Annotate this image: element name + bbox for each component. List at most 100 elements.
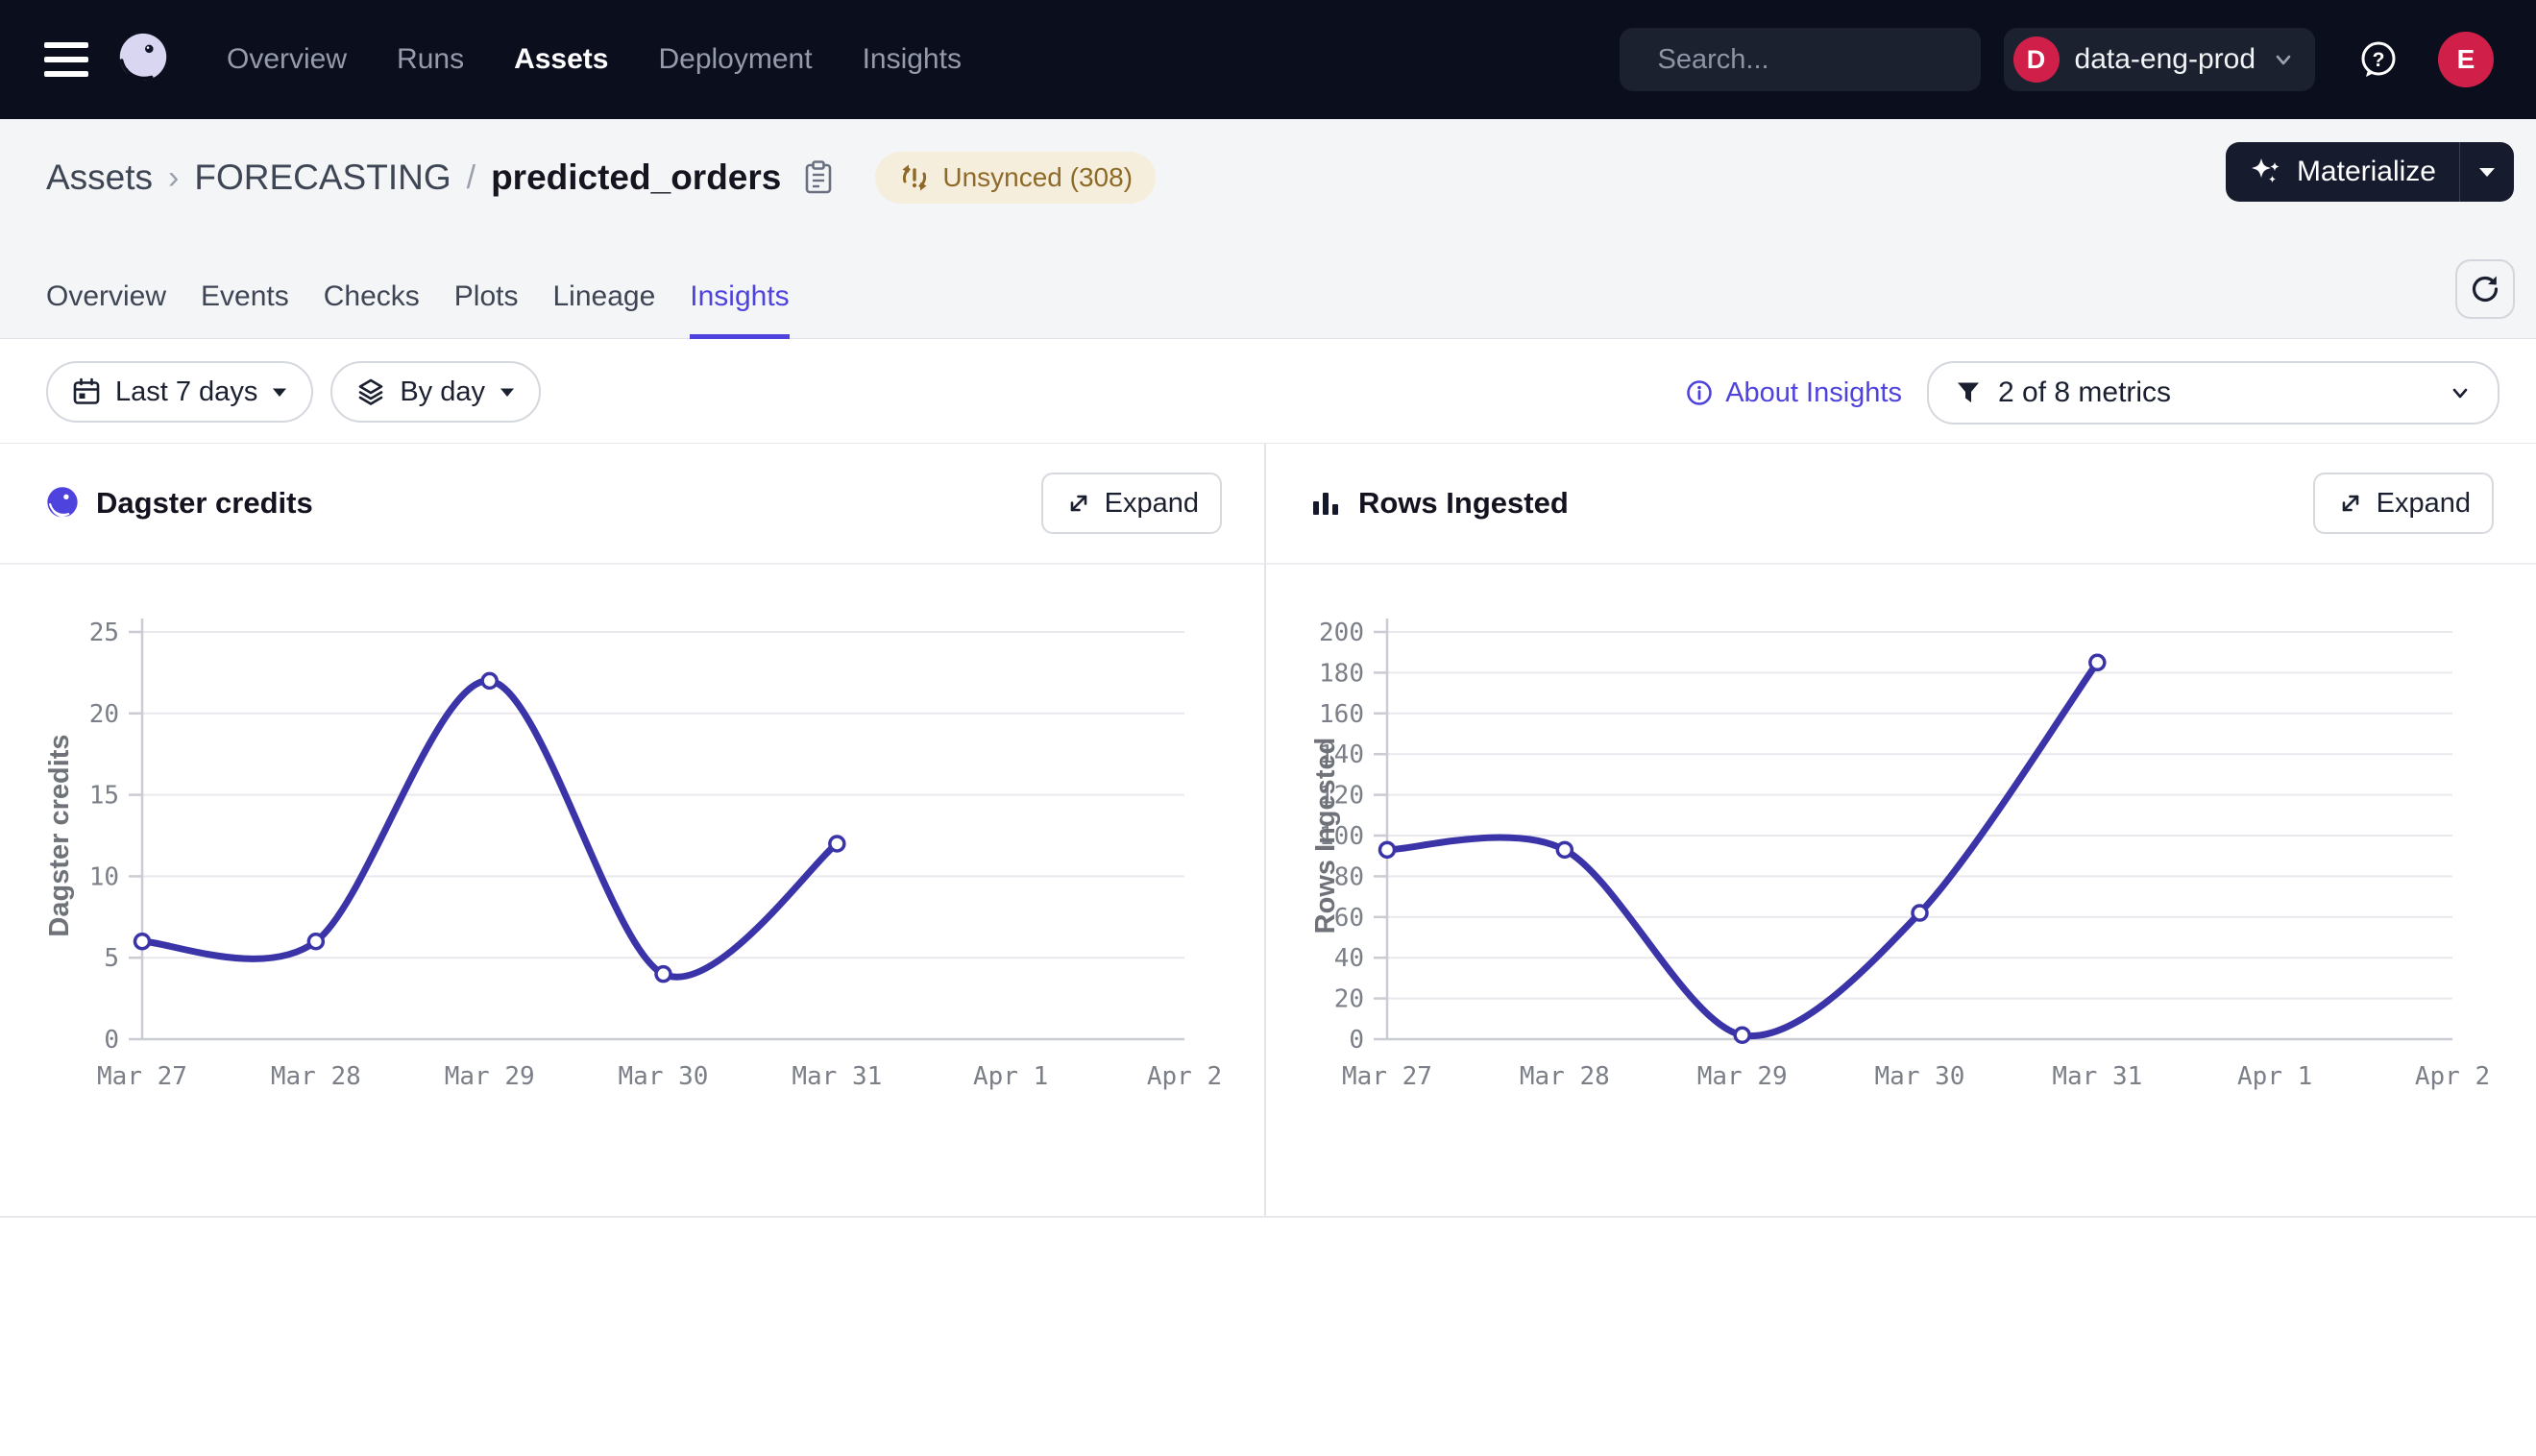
primary-nav: Overview Runs Assets Deployment Insights [227, 43, 962, 76]
svg-text:0: 0 [104, 1026, 119, 1055]
svg-text:Rows Ingested: Rows Ingested [1310, 738, 1341, 934]
hamburger-menu-icon[interactable] [44, 42, 88, 77]
nav-item-runs[interactable]: Runs [397, 43, 464, 76]
expand-button[interactable]: Expand [1041, 473, 1222, 534]
rows-ingested-line-chart[interactable]: 020406080100120140160180200Mar 27Mar 28M… [1266, 565, 2536, 1218]
svg-text:Mar 29: Mar 29 [1697, 1062, 1788, 1091]
svg-text:Mar 30: Mar 30 [619, 1062, 709, 1091]
metrics-filter-label: 2 of 8 metrics [1998, 376, 2171, 409]
materialize-options-button[interactable] [2460, 142, 2514, 202]
asset-name: predicted_orders [491, 158, 781, 198]
help-icon: ? [2355, 36, 2402, 83]
svg-text:Apr 2: Apr 2 [1147, 1062, 1222, 1091]
top-nav: Overview Runs Assets Deployment Insights… [0, 0, 2536, 119]
page-header: Assets › FORECASTING / predicted_orders [0, 119, 2536, 339]
insights-filter-bar: Last 7 days By day About Insights [0, 340, 2536, 444]
caret-down-icon [2476, 164, 2498, 180]
insights-charts-grid: Dagster credits Expand 0 5 10 15 20 25 Mar 27 M… [0, 444, 2536, 1218]
status-badge[interactable]: Unsynced (308) [875, 152, 1156, 204]
svg-text:Mar 28: Mar 28 [1520, 1062, 1610, 1091]
svg-text:20: 20 [89, 700, 119, 729]
copy-asset-name-button[interactable] [802, 159, 835, 196]
calendar-icon [71, 376, 102, 407]
expand-icon [2336, 489, 2365, 518]
search-input[interactable] [1658, 44, 2020, 76]
deployment-name: data-eng-prod [2075, 43, 2256, 76]
nav-item-insights[interactable]: Insights [863, 43, 962, 76]
tab-plots[interactable]: Plots [454, 280, 519, 339]
chevron-down-icon [2271, 47, 2296, 72]
help-button[interactable]: ? [2355, 36, 2402, 83]
nav-item-assets[interactable]: Assets [514, 43, 608, 76]
tab-events[interactable]: Events [201, 280, 289, 339]
nav-item-overview[interactable]: Overview [227, 43, 347, 76]
materialize-button[interactable]: Materialize [2226, 142, 2459, 202]
dagster-credits-icon [44, 485, 81, 522]
svg-text:Mar 31: Mar 31 [792, 1062, 882, 1091]
search-box[interactable]: / [1620, 28, 1981, 91]
status-badge-label: Unsynced (308) [942, 162, 1133, 193]
chart-header: Dagster credits Expand [0, 444, 1264, 565]
svg-text:160: 160 [1319, 700, 1364, 729]
svg-text:180: 180 [1319, 659, 1364, 688]
deployment-avatar: D [2013, 36, 2060, 83]
svg-text:15: 15 [89, 782, 119, 811]
breadcrumb: Assets › FORECASTING / predicted_orders [46, 150, 1156, 206]
svg-text:200: 200 [1319, 619, 1364, 647]
dagster-credits-line-chart[interactable]: 0 5 10 15 20 25 Mar 27 Mar 28 Mar 29 Mar 30 Mar 31… [0, 565, 1264, 1218]
tab-lineage[interactable]: Lineage [553, 280, 656, 339]
svg-text:25: 25 [89, 619, 119, 647]
user-avatar[interactable]: E [2438, 32, 2494, 87]
svg-text:Mar 29: Mar 29 [445, 1062, 535, 1091]
svg-text:?: ? [2373, 49, 2385, 71]
rows-ingested-panel: Rows Ingested Expand 0204060801001201401… [1266, 444, 2536, 1216]
svg-text:20: 20 [1334, 985, 1364, 1014]
tab-overview[interactable]: Overview [46, 280, 166, 339]
about-insights-label: About Insights [1725, 377, 1902, 409]
dagster-logo-icon[interactable] [113, 30, 173, 89]
nav-item-deployment[interactable]: Deployment [658, 43, 812, 76]
svg-text:40: 40 [1334, 944, 1364, 973]
dagster-credits-panel: Dagster credits Expand 0 5 10 15 20 25 Mar 27 M… [0, 444, 1266, 1216]
breadcrumb-chevron: › [168, 159, 179, 197]
info-icon [1685, 378, 1714, 407]
svg-text:Mar 27: Mar 27 [1342, 1062, 1432, 1091]
svg-text:Mar 28: Mar 28 [271, 1062, 361, 1091]
metrics-filter-dropdown[interactable]: 2 of 8 metrics [1927, 361, 2499, 425]
time-range-dropdown[interactable]: Last 7 days [46, 361, 313, 423]
clipboard-icon [802, 159, 835, 196]
breadcrumb-assets-link[interactable]: Assets [46, 158, 153, 198]
tab-insights[interactable]: Insights [690, 280, 789, 339]
expand-label: Expand [2377, 488, 2471, 520]
chart-title: Rows Ingested [1358, 486, 1569, 521]
granularity-dropdown[interactable]: By day [330, 361, 541, 423]
layers-icon [355, 376, 386, 407]
bar-chart-icon [1310, 487, 1343, 520]
breadcrumb-group-link[interactable]: FORECASTING [194, 158, 451, 198]
svg-text:Dagster credits: Dagster credits [44, 734, 75, 936]
chart-header: Rows Ingested Expand [1266, 444, 2536, 565]
deployment-switcher[interactable]: D data-eng-prod [2004, 28, 2315, 91]
svg-text:10: 10 [89, 862, 119, 891]
svg-text:5: 5 [104, 944, 119, 973]
expand-label: Expand [1105, 488, 1199, 520]
sparkles-icon [2249, 155, 2283, 189]
granularity-label: By day [400, 376, 485, 408]
refresh-button[interactable] [2455, 259, 2515, 319]
filter-funnel-icon [1954, 378, 1983, 407]
chart-title: Dagster credits [96, 486, 313, 521]
svg-text:Mar 27: Mar 27 [97, 1062, 187, 1091]
svg-text:Apr 1: Apr 1 [973, 1062, 1048, 1091]
svg-text:Mar 31: Mar 31 [2052, 1062, 2142, 1091]
caret-down-icon [499, 386, 516, 399]
svg-text:Mar 30: Mar 30 [1875, 1062, 1965, 1091]
tab-checks[interactable]: Checks [324, 280, 420, 339]
expand-icon [1064, 489, 1093, 518]
caret-down-icon [271, 386, 288, 399]
breadcrumb-slash: / [467, 159, 476, 197]
time-range-label: Last 7 days [115, 376, 257, 408]
refresh-icon [2469, 273, 2501, 305]
sync-alert-icon [898, 161, 931, 194]
expand-button[interactable]: Expand [2313, 473, 2494, 534]
about-insights-link[interactable]: About Insights [1685, 377, 1902, 409]
